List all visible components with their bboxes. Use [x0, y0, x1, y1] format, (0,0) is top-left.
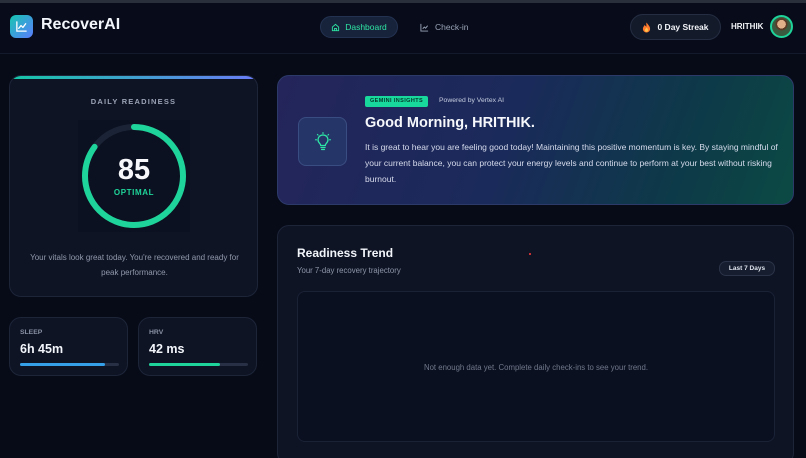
app-logo[interactable]: [10, 15, 33, 38]
trend-empty-message: Not enough data yet. Complete daily chec…: [423, 363, 649, 372]
trend-range-button[interactable]: Last 7 Days: [719, 261, 775, 276]
daily-readiness-card: DAILY READINESS 85 OPTIMAL Your vitals l…: [9, 75, 258, 297]
nav-tab-dashboard-label: Dashboard: [345, 22, 387, 32]
nav-tab-checkin[interactable]: Check-in: [420, 16, 469, 38]
hrv-label: HRV: [149, 329, 164, 336]
insight-icon-box: [298, 117, 347, 166]
sleep-metric-card: SLEEP 6h 45m: [9, 317, 128, 376]
flame-icon: [643, 22, 651, 32]
trend-chart-area: Not enough data yet. Complete daily chec…: [297, 291, 775, 442]
sleep-progress-fill: [20, 363, 106, 366]
gemini-insights-card: GEMINI INSIGHTS Powered by Vertex AI Goo…: [277, 75, 794, 205]
sleep-progress-track: [20, 363, 119, 366]
readiness-title: DAILY READINESS: [90, 97, 177, 106]
window-top-edge: [0, 0, 806, 3]
streak-badge[interactable]: 0 Day Streak: [630, 14, 721, 40]
nav-tab-dashboard[interactable]: Dashboard: [320, 16, 398, 38]
app-name[interactable]: RecoverAI: [41, 16, 120, 34]
insight-message: It is great to hear you are feeling good…: [365, 142, 778, 184]
insight-greeting: Good Morning, HRITHIK.: [365, 115, 535, 131]
top-navigation-bar: RecoverAI Dashboard Check-in 0 Day Strea…: [0, 0, 806, 54]
card-accent-bar: [10, 76, 257, 79]
gemini-insights-badge: GEMINI INSIGHTS: [365, 96, 429, 107]
hrv-progress-fill: [149, 363, 221, 366]
readiness-description: Your vitals look great today. You're rec…: [30, 253, 239, 277]
chart-line-icon: [420, 23, 429, 32]
readiness-trend-card: Readiness Trend Your 7-day recovery traj…: [277, 225, 794, 458]
powered-by-text: Powered by Vertex AI: [439, 97, 504, 104]
hrv-value: 42 ms: [149, 342, 185, 356]
readiness-status: OPTIMAL: [113, 188, 155, 197]
trend-subtitle: Your 7-day recovery trajectory: [297, 266, 401, 275]
cursor-dot: [529, 253, 531, 255]
hrv-progress-track: [149, 363, 248, 366]
home-icon: [332, 23, 340, 31]
lightbulb-icon: [314, 131, 331, 150]
sleep-value: 6h 45m: [20, 342, 64, 356]
nav-tab-checkin-label: Check-in: [435, 22, 469, 32]
sleep-label: SLEEP: [20, 329, 43, 336]
readiness-score: 85: [117, 154, 151, 186]
user-name[interactable]: HRITHIK: [731, 22, 763, 31]
avatar[interactable]: [770, 15, 793, 38]
trend-title: Readiness Trend: [297, 246, 394, 260]
streak-label: 0 Day Streak: [657, 22, 709, 32]
hrv-metric-card: HRV 42 ms: [138, 317, 257, 376]
chart-line-icon: [16, 21, 27, 32]
